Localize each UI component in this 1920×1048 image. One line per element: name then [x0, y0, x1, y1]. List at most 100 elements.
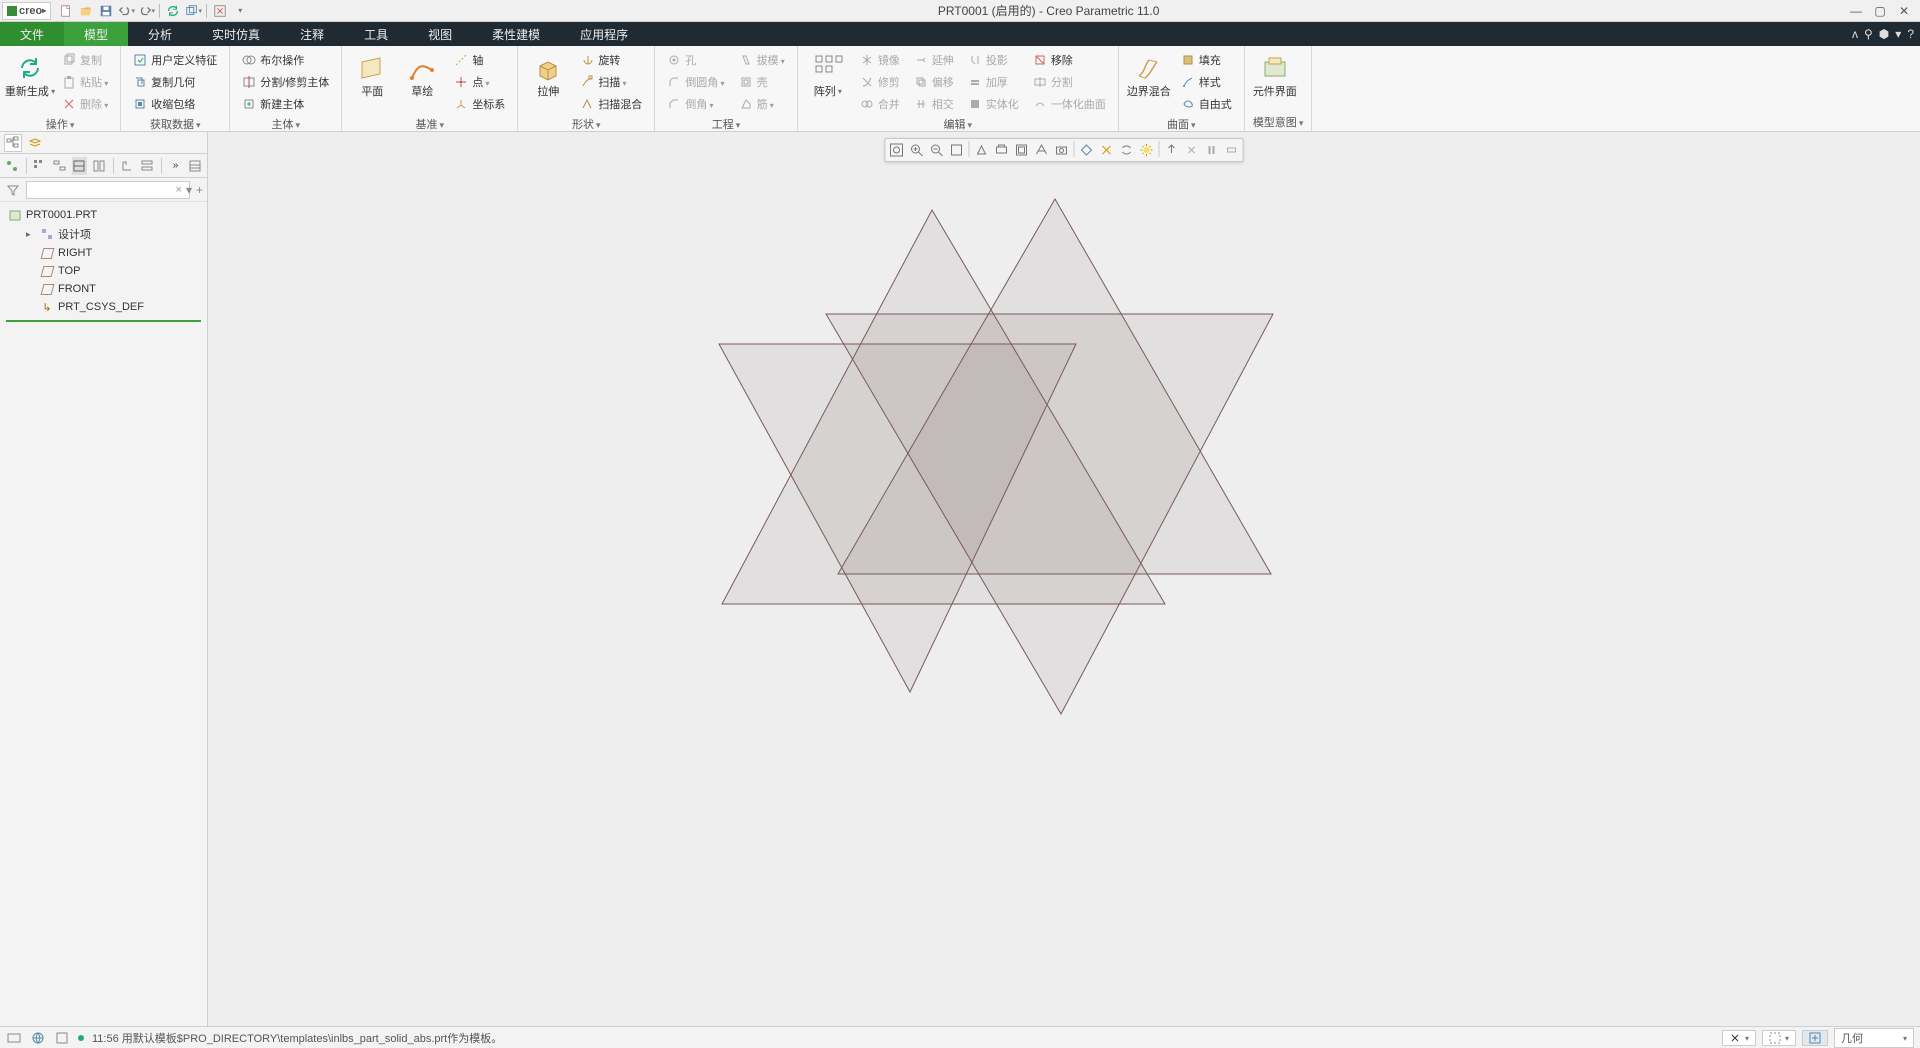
移除-button[interactable]: 移除	[1029, 50, 1110, 70]
tree-item-design[interactable]: ▸ 设计项	[0, 224, 207, 244]
布尔操作-button[interactable]: 布尔操作	[238, 50, 333, 70]
csys-icon	[454, 97, 468, 111]
search-cmd-icon[interactable]: ⚲	[1864, 27, 1873, 41]
group-label[interactable]: 工程	[663, 114, 789, 133]
旋转-button[interactable]: 旋转	[576, 50, 646, 70]
group-label[interactable]: 基准	[350, 114, 509, 133]
sb-browser-icon[interactable]	[30, 1030, 46, 1046]
tree-tool-7[interactable]	[139, 157, 155, 175]
平面-button[interactable]: 平面	[350, 48, 394, 98]
regen-icon[interactable]	[164, 2, 182, 20]
tab-flexmodel[interactable]: 柔性建模	[472, 22, 560, 46]
壳-button: 壳	[735, 72, 789, 92]
tree-tab-model[interactable]	[4, 134, 22, 152]
sb-find-icon[interactable]	[54, 1030, 70, 1046]
filter-add-icon[interactable]: +	[196, 183, 203, 197]
重新生成-button[interactable]: 重新生成	[8, 48, 52, 98]
tab-model[interactable]: 模型	[64, 22, 128, 46]
split-icon	[242, 75, 256, 89]
tree-tool-4[interactable]	[72, 157, 88, 175]
tree-tool-6[interactable]	[120, 157, 136, 175]
sb-messages-icon[interactable]	[6, 1030, 22, 1046]
扫描混合-button[interactable]: 扫描混合	[576, 94, 646, 114]
自由式-button[interactable]: 自由式	[1177, 94, 1236, 114]
insert-indicator[interactable]	[6, 320, 201, 322]
group-label[interactable]: 操作	[8, 114, 112, 133]
tree-item-csys[interactable]: PRT_CSYS_DEF	[0, 298, 207, 316]
ribbon-collapse-icon[interactable]: ʌ	[1852, 27, 1858, 41]
find-button[interactable]	[1722, 1030, 1756, 1046]
close-window-icon[interactable]	[211, 2, 229, 20]
group-label[interactable]: 模型意图	[1253, 112, 1304, 131]
收缩包络-button[interactable]: 收缩包络	[129, 94, 221, 114]
复制几何-button[interactable]: 复制几何	[129, 72, 221, 92]
拉伸-button[interactable]: 拉伸	[526, 48, 570, 98]
swblend-icon	[580, 97, 594, 111]
坐标系-button[interactable]: 坐标系	[450, 94, 509, 114]
tree-item-front[interactable]: FRONT	[0, 280, 207, 298]
实体化-button: 实体化	[964, 94, 1023, 114]
tree-tool-3[interactable]	[52, 157, 68, 175]
graphics-canvas[interactable]	[208, 132, 1920, 1026]
status-bar: 11:56 用默认模板$PRO_DIRECTORY\templates\inlb…	[0, 1026, 1920, 1048]
tab-annotate[interactable]: 注释	[280, 22, 344, 46]
new-icon[interactable]	[57, 2, 75, 20]
tree-tool-8[interactable]: »	[168, 157, 184, 175]
group-label[interactable]: 曲面	[1127, 114, 1236, 133]
close-button[interactable]: ✕	[1896, 3, 1912, 19]
undo-icon[interactable]: ▾	[117, 2, 135, 20]
分割/修剪主体-button[interactable]: 分割/修剪主体	[238, 72, 333, 92]
smart-select-button[interactable]	[1802, 1030, 1828, 1046]
阵列-button[interactable]: 阵列	[806, 48, 850, 98]
新建主体-button[interactable]: 新建主体	[238, 94, 333, 114]
tab-analysis[interactable]: 分析	[128, 22, 192, 46]
help-icon[interactable]: ?	[1907, 27, 1914, 41]
填充-button[interactable]: 填充	[1177, 50, 1236, 70]
扫描-button[interactable]: 扫描	[576, 72, 646, 92]
style-icon	[1181, 75, 1195, 89]
tree-filter-input[interactable]	[26, 181, 190, 199]
filter-more-icon[interactable]: ▾	[186, 183, 192, 197]
filter-icon[interactable]	[4, 181, 22, 199]
点-button[interactable]: 点	[450, 72, 509, 92]
边界混合-button[interactable]: 边界混合	[1127, 48, 1171, 98]
tree-tool-2[interactable]	[32, 157, 48, 175]
元件界面-button[interactable]: 元件界面	[1253, 48, 1297, 98]
tab-tools[interactable]: 工具	[344, 22, 408, 46]
axis-icon	[454, 53, 468, 67]
group-label[interactable]: 形状	[526, 114, 646, 133]
redo-icon[interactable]: ▾	[137, 2, 155, 20]
tree-item-right[interactable]: RIGHT	[0, 244, 207, 262]
草绘-button[interactable]: 草绘	[400, 48, 444, 98]
tree-settings-icon[interactable]	[187, 157, 203, 175]
model-tree-panel: » × ▾ + PRT0001.PRT ▸ 设计项 RIGHT	[0, 132, 208, 1026]
tree-tool-5[interactable]	[91, 157, 107, 175]
select-mode-button[interactable]	[1762, 1030, 1796, 1046]
paste-icon	[62, 75, 76, 89]
group-label[interactable]: 编辑	[806, 114, 1110, 133]
轴-button[interactable]: 轴	[450, 50, 509, 70]
tree-item-top[interactable]: TOP	[0, 262, 207, 280]
qat-customize-icon[interactable]: ▾	[231, 2, 249, 20]
selection-filter[interactable]: 几何	[1834, 1028, 1914, 1048]
偏移-button: 偏移	[910, 72, 958, 92]
minimize-button[interactable]: —	[1848, 3, 1864, 19]
tree-root[interactable]: PRT0001.PRT	[0, 206, 207, 224]
save-icon[interactable]	[97, 2, 115, 20]
tree-tool-1[interactable]	[4, 157, 20, 175]
tree-tab-layers[interactable]	[26, 134, 44, 152]
filter-clear-icon[interactable]: ×	[176, 184, 182, 196]
group-label[interactable]: 获取数据	[129, 114, 221, 133]
help-dropdown-icon[interactable]: ▾	[1895, 27, 1901, 41]
windows-icon[interactable]: ▾	[184, 2, 202, 20]
open-icon[interactable]	[77, 2, 95, 20]
tab-livesim[interactable]: 实时仿真	[192, 22, 280, 46]
tab-file[interactable]: 文件	[0, 22, 64, 46]
样式-button[interactable]: 样式	[1177, 72, 1236, 92]
maximize-button[interactable]: ▢	[1872, 3, 1888, 19]
tab-view[interactable]: 视图	[408, 22, 472, 46]
用户定义特征-button[interactable]: 用户定义特征	[129, 50, 221, 70]
group-label[interactable]: 主体	[238, 114, 333, 133]
tab-apps[interactable]: 应用程序	[560, 22, 648, 46]
settings-icon[interactable]: ⬢	[1879, 27, 1889, 41]
